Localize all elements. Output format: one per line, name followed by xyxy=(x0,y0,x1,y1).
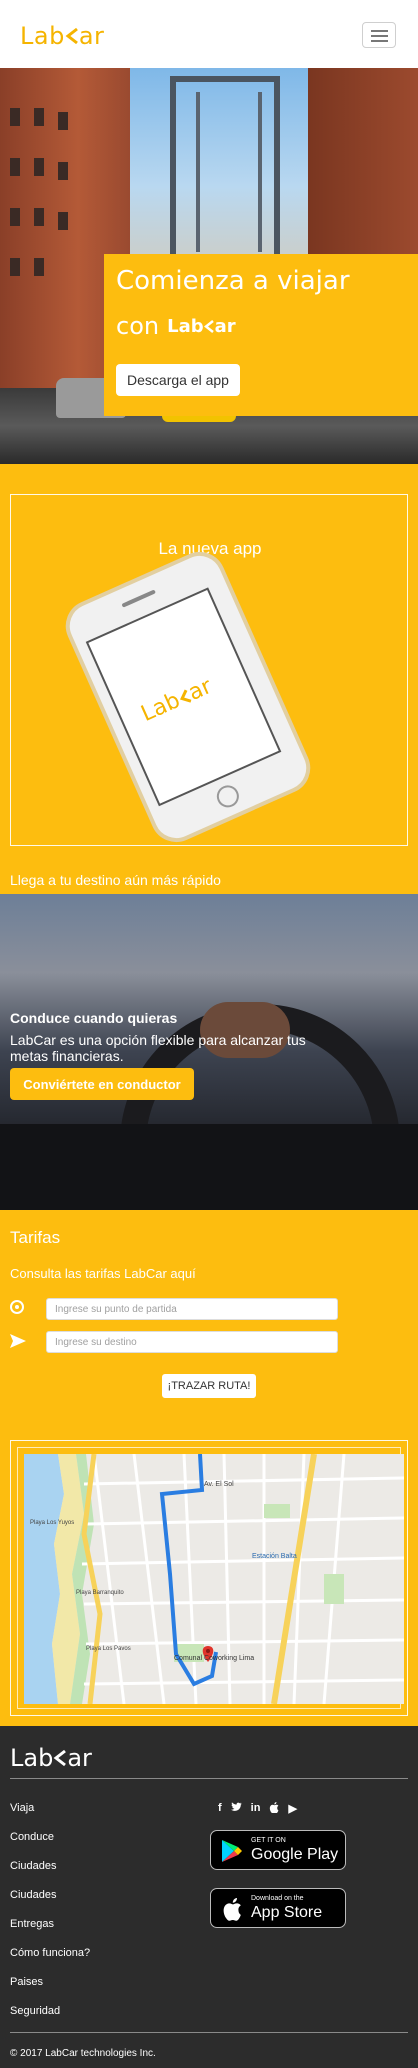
logo-text-right: ar xyxy=(67,1744,92,1772)
footer-link-ciudades-2[interactable]: Ciudades xyxy=(10,1889,90,1918)
dashboard-image xyxy=(0,1124,418,1210)
map-label-station: Estación Balta xyxy=(252,1553,297,1560)
app-frame: La nueva app Lab ar xyxy=(10,494,408,851)
hero-subtitle: con Lab ar xyxy=(116,312,236,340)
tarifas-section: Tarifas Consulta las tarifas LabCar aquí… xyxy=(0,1210,418,1726)
copyright-text: © 2017 LabCar technologies Inc. xyxy=(10,2048,156,2059)
hamburger-menu-button[interactable] xyxy=(362,22,396,48)
google-play-icon xyxy=(222,1840,242,1862)
footer-logo[interactable]: Lab ar xyxy=(10,1744,92,1772)
footer-link-viaja[interactable]: Viaja xyxy=(10,1802,90,1831)
tarifas-title: Tarifas xyxy=(10,1228,61,1247)
map-label-place3: Playa Los Pavos xyxy=(86,1646,131,1652)
send-arrow-icon xyxy=(10,1334,26,1348)
social-links: f in ▶ xyxy=(218,1802,297,1815)
hamburger-line xyxy=(371,35,388,37)
facebook-icon[interactable]: f xyxy=(218,1802,222,1815)
hamburger-line xyxy=(371,30,388,32)
footer-link-seguridad[interactable]: Seguridad xyxy=(10,2005,90,2034)
app-store-badge[interactable]: Download on the App Store xyxy=(210,1888,346,1928)
map-label-place1: Playa Los Yuyos xyxy=(30,1520,74,1526)
map-label-marker: Comunal Coworking Lima xyxy=(174,1655,254,1662)
footer-link-ciudades[interactable]: Ciudades xyxy=(10,1860,90,1889)
google-play-small-text: GET IT ON xyxy=(251,1837,286,1844)
origin-input[interactable] xyxy=(46,1298,338,1320)
logo-text-left: Lab xyxy=(10,1744,54,1772)
logo-text-right: ar xyxy=(214,315,236,337)
footer-link-entregas[interactable]: Entregas xyxy=(10,1918,90,1947)
phone-image: Lab ar xyxy=(57,543,319,851)
chevron-left-icon xyxy=(65,27,78,45)
become-driver-button[interactable]: Conviértete en conductor xyxy=(10,1068,194,1100)
hamburger-line xyxy=(371,40,388,42)
twitter-icon[interactable] xyxy=(230,1802,242,1812)
chevron-left-icon xyxy=(53,1749,67,1767)
footer-divider xyxy=(10,2032,408,2033)
logo-text-right: ar xyxy=(78,22,105,50)
play-icon[interactable]: ▶ xyxy=(288,1802,296,1815)
linkedin-icon[interactable]: in xyxy=(251,1802,261,1815)
download-app-button[interactable]: Descarga el app xyxy=(116,364,240,396)
route-map[interactable]: Av. El Sol Estación Balta Playa Los Yuyo… xyxy=(24,1454,404,1704)
apple-logo-icon xyxy=(223,1898,241,1921)
header: Lab ar xyxy=(0,0,418,68)
footer-divider xyxy=(10,1778,408,1779)
labcar-logo[interactable]: Lab ar xyxy=(20,22,104,50)
map-frame: Av. El Sol Estación Balta Playa Los Yuyo… xyxy=(10,1440,408,1716)
hero-logo: Lab ar xyxy=(167,316,236,337)
google-play-badge[interactable]: GET IT ON Google Play xyxy=(210,1830,346,1870)
app-tagline: Llega a tu destino aún más rápido xyxy=(10,872,221,888)
driver-headline: Conduce cuando quieras xyxy=(10,1010,178,1026)
trace-route-button[interactable]: ¡TRAZAR RUTA! xyxy=(162,1374,256,1398)
driver-description: LabCar es una opción flexible para alcan… xyxy=(10,1032,306,1064)
tarifas-subtitle: Consulta las tarifas LabCar aquí xyxy=(10,1266,196,1281)
apple-icon[interactable] xyxy=(269,1802,279,1813)
destination-input[interactable] xyxy=(46,1331,338,1353)
logo-text-left: Lab xyxy=(20,22,65,50)
chevron-left-icon xyxy=(203,319,214,333)
app-section: La nueva app Lab ar Llega a tu destino a… xyxy=(0,464,418,894)
footer: Lab ar Viaja Conduce Ciudades Ciudades E… xyxy=(0,1726,418,2068)
hero-card: Comienza a viajar con Lab ar Descarga el… xyxy=(104,254,418,416)
footer-link-como-funciona[interactable]: Cómo funciona? xyxy=(10,1947,90,1976)
logo-text-left: Lab xyxy=(167,315,204,337)
app-store-big-text: App Store xyxy=(251,1904,323,1921)
app-store-small-text: Download on the xyxy=(251,1895,304,1902)
footer-nav: Viaja Conduce Ciudades Ciudades Entregas… xyxy=(10,1802,90,2034)
map-label-street: Av. El Sol xyxy=(204,1481,234,1488)
hero-banner: Comienza a viajar con Lab ar Descarga el… xyxy=(0,68,418,464)
map-inner-frame: Av. El Sol Estación Balta Playa Los Yuyo… xyxy=(17,1447,404,1709)
origin-target-icon xyxy=(10,1300,24,1314)
google-play-big-text: Google Play xyxy=(251,1846,339,1863)
bridge-image xyxy=(170,76,280,256)
phone-screen-logo: Lab ar xyxy=(138,674,216,727)
map-label-place2: Playa Barranquito xyxy=(76,1590,124,1596)
footer-link-conduce[interactable]: Conduce xyxy=(10,1831,90,1860)
hero-title: Comienza a viajar xyxy=(116,266,350,296)
footer-link-paises[interactable]: Paises xyxy=(10,1976,90,2005)
hero-subtitle-word: con xyxy=(116,312,160,340)
driver-section: Conduce cuando quieras LabCar es una opc… xyxy=(0,894,418,1210)
